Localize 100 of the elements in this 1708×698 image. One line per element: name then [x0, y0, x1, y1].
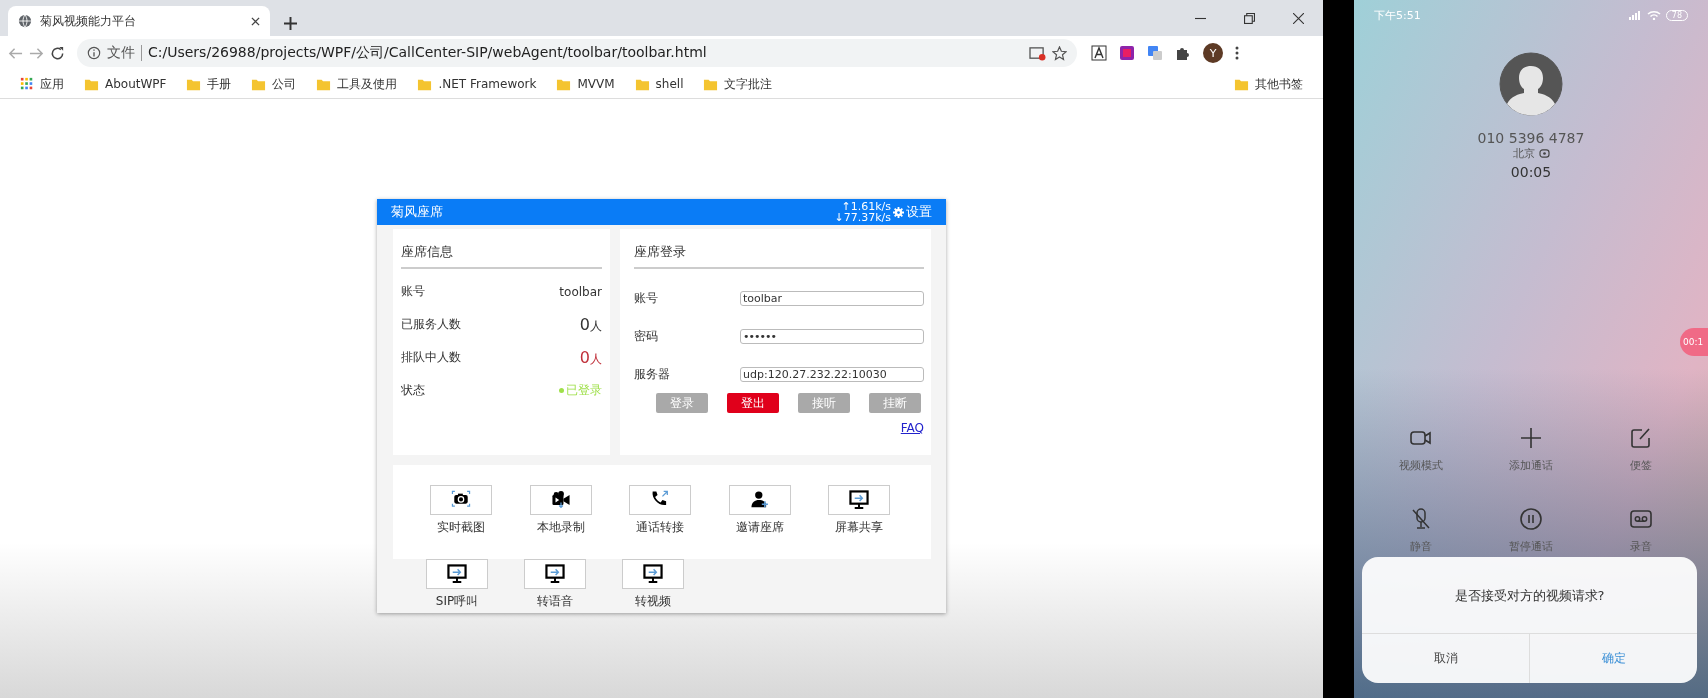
- bookmark[interactable]: .NET Framework: [409, 76, 545, 92]
- tool-label: 转语音: [537, 593, 573, 610]
- install-app-icon[interactable]: [1029, 45, 1046, 61]
- count-value: 0: [579, 314, 590, 334]
- tool-button[interactable]: [524, 559, 586, 589]
- tool-button[interactable]: [828, 485, 890, 515]
- monitor-icon: [544, 563, 566, 585]
- reload-icon[interactable]: [50, 45, 65, 61]
- cancel-button[interactable]: 取消: [1362, 634, 1529, 683]
- globe-icon: [18, 14, 32, 28]
- dialog-message: 是否接受对方的视频请求?: [1453, 587, 1606, 605]
- field-label: 密码: [634, 327, 658, 345]
- new-tab-icon[interactable]: [284, 17, 297, 30]
- close-icon[interactable]: [1293, 12, 1304, 24]
- monitor-icon: [848, 489, 870, 511]
- card-heading: 座席信息: [401, 243, 602, 269]
- tool-label: 邀请座席: [735, 519, 784, 536]
- bookmark-label: AboutWPF: [105, 77, 167, 91]
- tool-button[interactable]: [529, 485, 592, 515]
- field-label: 已服务人数: [401, 316, 461, 333]
- action-button[interactable]: 登出: [727, 393, 779, 413]
- tool-label: 本地录制: [536, 519, 585, 536]
- star-icon[interactable]: [1052, 45, 1067, 61]
- panel-title: 菊风座席: [391, 203, 443, 221]
- contact-avatar-icon: [1499, 52, 1563, 116]
- tool-label: 屏幕共享: [835, 519, 883, 536]
- count-value: 0: [579, 347, 590, 367]
- count-unit: 人: [590, 317, 602, 335]
- bookmark[interactable]: 文字批注: [695, 75, 781, 93]
- password-field[interactable]: ••••••: [740, 328, 924, 344]
- status-dot: [559, 388, 564, 393]
- monitor-icon: [446, 563, 468, 585]
- text-a-icon[interactable]: [1091, 45, 1107, 61]
- status-text: 已登录: [566, 382, 602, 399]
- input-field[interactable]: udp:120.27.232.22:10030: [740, 366, 924, 382]
- note-extension-icon[interactable]: [1119, 45, 1135, 61]
- translate-icon[interactable]: [1147, 45, 1163, 61]
- signal-icon: [1627, 10, 1642, 20]
- tab-title: 菊风视频能力平台: [40, 12, 137, 30]
- wifi-icon: [1646, 10, 1661, 20]
- cassette-icon: [1629, 507, 1653, 531]
- tool-button[interactable]: [629, 485, 691, 515]
- monitor-icon: [642, 563, 664, 585]
- status-time: 下午5:51: [1374, 7, 1421, 23]
- count-unit: 人: [590, 350, 602, 368]
- settings-link[interactable]: 设置: [893, 203, 932, 221]
- bookmark[interactable]: 工具及使用: [308, 75, 406, 93]
- tool-label: 通话转接: [636, 519, 684, 536]
- tool-button[interactable]: [622, 559, 684, 589]
- tool-label: 转视频: [635, 593, 671, 610]
- bookmark-label: 文字批注: [724, 75, 773, 93]
- bookmark[interactable]: shell: [626, 76, 692, 92]
- browser-tab[interactable]: 菊风视频能力平台: [8, 6, 270, 36]
- bookmark[interactable]: 公司: [243, 75, 305, 93]
- puzzle-icon[interactable]: [1175, 45, 1191, 61]
- url-text: C:/Users/26988/projects/WPF/公司/CallCenter-SIP/webAgent/toolbar/toolbar.html: [148, 44, 708, 62]
- bookmark-label: 手册: [207, 75, 232, 93]
- bookmark[interactable]: AboutWPF: [76, 76, 175, 92]
- bookmark-label: 公司: [272, 75, 297, 93]
- profile-avatar[interactable]: Y: [1203, 43, 1223, 63]
- gear-icon: [893, 206, 904, 218]
- call-duration: 00:05: [1510, 164, 1552, 180]
- info-icon[interactable]: [87, 46, 101, 60]
- bookmark[interactable]: MVVM: [548, 76, 623, 92]
- tool-button[interactable]: [728, 485, 791, 515]
- caller-location: 北京: [1512, 146, 1535, 161]
- field-label: 状态: [401, 382, 425, 399]
- bookmark[interactable]: 其他书签: [1226, 75, 1311, 93]
- bookmark-label: shell: [655, 77, 684, 91]
- field-label: 账号: [634, 289, 658, 307]
- download-speed: ↓77.37k/s: [834, 212, 891, 223]
- tool-label: SIP呼叫: [435, 593, 479, 610]
- address-prefix: 文件: [107, 44, 135, 62]
- tool-label: 实时截图: [437, 519, 485, 536]
- bookmark-label: 应用: [40, 75, 64, 93]
- phone-number: 010 5396 4787: [1477, 130, 1585, 146]
- field-label: 排队中人数: [401, 349, 461, 366]
- edit-note-icon: [1629, 426, 1653, 450]
- bookmark-label: .NET Framework: [438, 77, 537, 91]
- hd-call-icon: [1538, 149, 1550, 158]
- restore-icon[interactable]: [1244, 12, 1255, 24]
- address-bar[interactable]: 文件 C:/Users/26988/projects/WPF/公司/CallCenter-SIP/webAgent/toolbar/toolbar.html: [77, 39, 1077, 67]
- bookmark[interactable]: 手册: [178, 75, 240, 93]
- tool-button[interactable]: [430, 485, 492, 515]
- plus-icon: [1519, 426, 1543, 450]
- field-label: 账号: [401, 283, 425, 300]
- card-heading: 座席登录: [634, 243, 924, 269]
- apps-grid-icon: [20, 77, 34, 91]
- bookmark-label: 工具及使用: [337, 75, 398, 93]
- field-value: toolbar: [559, 284, 602, 299]
- input-field[interactable]: toolbar: [740, 290, 924, 306]
- faq-link[interactable]: FAQ: [634, 421, 924, 435]
- upload-speed: ↑1.61k/s: [841, 201, 891, 212]
- field-label: 服务器: [634, 365, 670, 383]
- tool-button[interactable]: [426, 559, 488, 589]
- menu-icon[interactable]: [1235, 45, 1239, 61]
- pause-icon: [1519, 507, 1543, 531]
- microphone-muted-icon: [1409, 507, 1433, 531]
- close-icon[interactable]: [251, 16, 260, 26]
- bookmark[interactable]: 应用: [12, 75, 72, 93]
